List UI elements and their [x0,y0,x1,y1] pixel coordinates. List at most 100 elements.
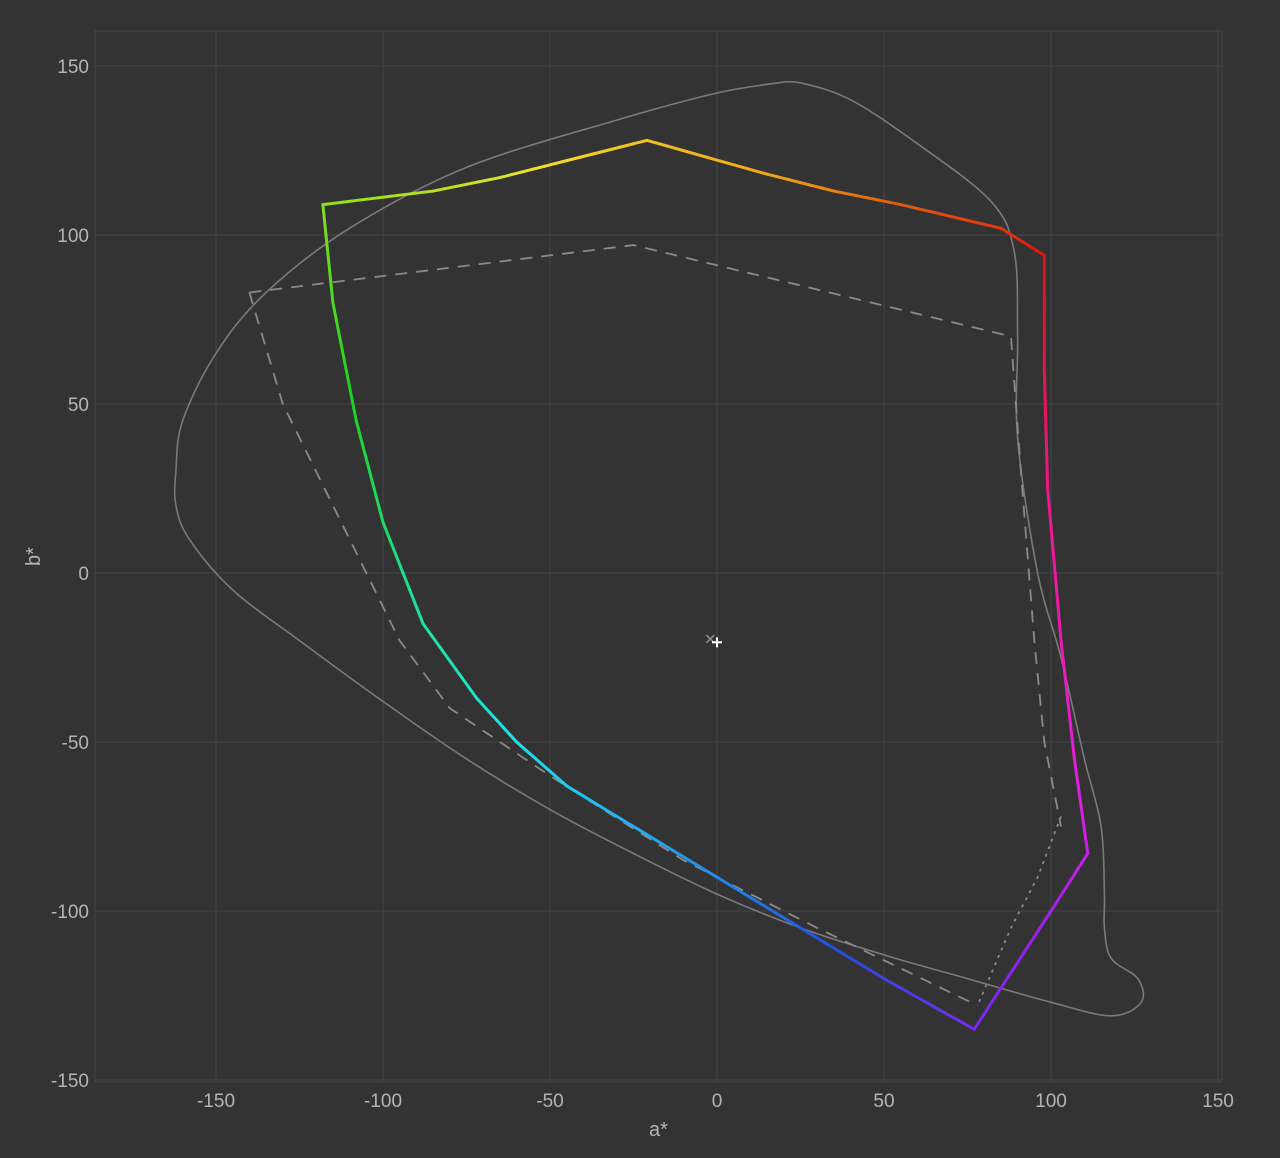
gamut-segment [1061,658,1067,682]
gamut-segment [854,960,872,972]
gamut-segment [998,968,1015,992]
gamut-segment [701,867,719,879]
x-tick-labels: -150 -100 -50 0 50 100 150 [197,1091,1234,1112]
gamut-segment [826,943,844,955]
x-tick-label: 150 [1202,1091,1234,1112]
x-tick-label: 50 [873,1091,894,1112]
gamut-segment [591,149,609,156]
gamut-segment [665,144,689,154]
gamut-segment [776,175,791,182]
gamut-segment [439,646,452,663]
gamut-segment [725,161,749,171]
gamut-segment [542,161,558,168]
y-tick-label: 100 [57,226,89,247]
gamut-segment [1042,368,1047,392]
x-tick-label: -50 [536,1091,563,1112]
gamut-segment [1066,698,1072,721]
gamut-segment [1075,773,1081,792]
gamut-segment [465,180,480,186]
gamut-segment [982,222,1003,230]
series-dashed-1 [249,244,1062,827]
gamut-segment [359,436,367,457]
gamut-segment [457,671,470,688]
gamut-segment [421,622,434,638]
gamut-segment [401,571,412,592]
gamut-segment [498,173,513,180]
gamut-segment [966,218,986,226]
gamut-segment [394,554,405,575]
gamut-segment [632,138,649,146]
gamut-segment [1079,804,1085,824]
gamut-segment [587,797,602,808]
gamut-segment [1072,757,1079,777]
gamut-segment [565,155,582,163]
y-tick-label: 0 [78,564,89,585]
gamut-segment [413,189,435,195]
gamut-segment [515,740,527,751]
gamut-segment [927,1002,946,1014]
gamut-segment [932,210,953,218]
gamut-segment [414,605,425,626]
gamut-segment [799,181,814,187]
gamut-segment [576,791,591,801]
gamut-segment [787,178,802,185]
gamut-segment [840,951,858,964]
gamut-segment [487,176,502,182]
gamut-segment [1055,588,1061,617]
gamut-segment [745,167,769,176]
gamut-segment [520,167,535,174]
gamut-segment [1011,948,1027,972]
gamut-segment [1044,427,1049,451]
gamut-segment [915,207,936,214]
gamut-segment [339,198,362,204]
gamut-segment [1043,408,1048,431]
gamut-segment [476,178,491,184]
gamut-segment [377,503,385,524]
gamut-segment [442,185,457,191]
gamut-segment [531,755,544,766]
gamut-segment [897,985,916,997]
gamut-segment [1068,717,1074,741]
gamut-segment [354,419,363,440]
gamut-segment [1048,512,1054,541]
marker-layer [705,634,722,648]
gamut-segment [812,934,830,947]
gamut-segment [899,203,919,211]
gamut-segment [605,145,622,152]
chart: -150 -100 -50 0 50 100 150 150100500-50-100-15… [23,30,1234,1141]
gamut-segment [632,825,649,837]
gamut-segment [1049,899,1059,913]
gamut-segment [430,634,443,650]
series-dashed-2 [248,292,978,1007]
gamut-segment [821,186,836,193]
white-point-plus [712,637,722,648]
gamut-segment [865,196,880,202]
y-tick-label: -100 [51,902,89,923]
gamut-segment [1046,487,1052,516]
y-tick-label: 50 [68,395,89,416]
gamut-segment [854,194,869,200]
gamut-segment [1067,871,1077,884]
gamut-segment [1077,788,1083,808]
gamut-segment [1084,836,1090,856]
series-gamut-outline [321,138,1090,1031]
y-axis-label: b* [23,547,45,566]
gamut-segment [942,1010,961,1023]
gamut-segment [1036,909,1053,933]
gamut-segment [1073,861,1084,875]
x-axis-label: a* [649,1119,668,1141]
gamut-segment [1045,467,1050,490]
gamut-segment [1023,929,1040,952]
gamut-segment [331,301,339,324]
gamut-segment [466,684,479,700]
gamut-segment [618,142,635,149]
gamut-segment [1055,890,1065,903]
gamut-segment [1043,388,1047,412]
gamut-segment [1057,613,1063,643]
gamut-segment [876,198,892,204]
gamut-segment [949,214,969,222]
gamut-segment [346,379,354,403]
gamut-segment [431,187,446,193]
gamut-segment [645,138,669,148]
gamut-segment [565,784,580,795]
